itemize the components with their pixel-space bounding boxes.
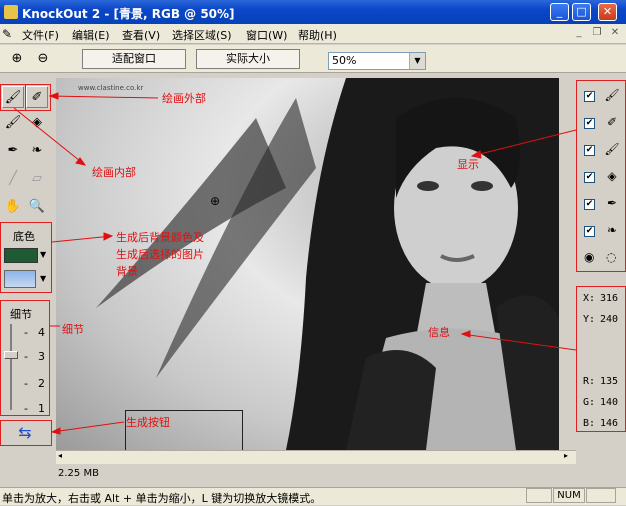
- horizontal-scrollbar[interactable]: ◂ ▸: [56, 450, 576, 464]
- annotation-outside: 绘画外部: [162, 92, 206, 105]
- scroll-left-icon[interactable]: ◂: [58, 451, 62, 460]
- annotation-generate: 生成按钮: [126, 416, 170, 429]
- status-pane-blank: [526, 488, 552, 503]
- scroll-right-icon[interactable]: ▸: [564, 451, 568, 460]
- annotation-bg-note-1: 生成后背景颜色及: [116, 231, 204, 244]
- annotation-arrows: [13, 92, 577, 435]
- status-pane-blank: [586, 488, 616, 503]
- status-num: NUM: [553, 488, 585, 503]
- annotation-bg-note-2: 生成后选择的图片: [116, 248, 204, 261]
- annotation-bg-note-3: 背景: [116, 265, 138, 278]
- annotation-inside: 绘画内部: [92, 166, 136, 179]
- annotation-detail: 细节: [62, 323, 84, 336]
- file-size: 2.25 MB: [58, 468, 99, 479]
- annotation-info: 信息: [428, 326, 450, 339]
- status-hint: 单击为放大，右击或 Alt + 单击为缩小，L 键为切换放大镜模式。: [2, 492, 322, 505]
- file-size-bar: 2.25 MB: [56, 466, 576, 482]
- annotation-display: 显示: [457, 158, 479, 171]
